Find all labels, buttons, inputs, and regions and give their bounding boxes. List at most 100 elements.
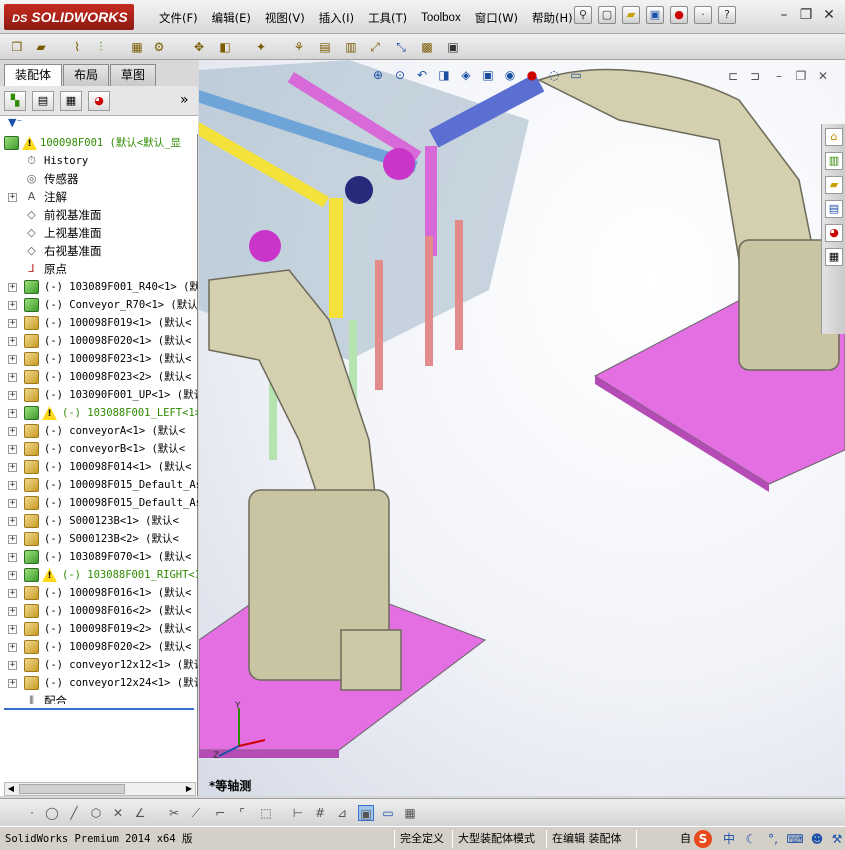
move-component-icon[interactable]: ✥: [190, 38, 208, 56]
expand-toggle-icon[interactable]: +: [8, 499, 17, 508]
tree-item[interactable]: + (-) 100098F015_Default_As: [0, 476, 198, 494]
shaded-view-icon[interactable]: ▣: [358, 805, 374, 821]
viewport-split-left-icon[interactable]: ⊏: [725, 68, 741, 84]
section-view-icon[interactable]: ◨: [435, 66, 453, 84]
tree-item[interactable]: + (-) 100098F020<2> (默认<: [0, 638, 198, 656]
zoom-to-fit-icon[interactable]: ⊕: [369, 66, 387, 84]
relation-icon[interactable]: ⊿: [334, 805, 350, 821]
tree-item[interactable]: + (-) S000123B<1> (默认<: [0, 512, 198, 530]
update-speedpak-icon[interactable]: ▩: [418, 38, 436, 56]
feature-manager-icon[interactable]: ▚: [4, 91, 26, 111]
smart-fasteners-icon[interactable]: ⚙: [150, 38, 168, 56]
mate-icon[interactable]: ⫶: [92, 38, 110, 56]
polygon-icon[interactable]: ⬡: [88, 805, 104, 821]
restore-icon[interactable]: ❐: [798, 8, 814, 24]
grid-icon[interactable]: #: [312, 805, 328, 821]
file-explorer-icon[interactable]: ▰: [825, 176, 843, 194]
tree-item[interactable]: + (-) conveyor12x12<1> (默认: [0, 656, 198, 674]
expand-toggle-icon[interactable]: +: [8, 553, 17, 562]
show-hidden-icon[interactable]: ◧: [216, 38, 234, 56]
expand-toggle-icon[interactable]: +: [8, 571, 17, 580]
tab-assembly[interactable]: 装配体: [4, 64, 63, 86]
expand-toggle-icon[interactable]: +: [8, 589, 17, 598]
tree-item[interactable]: + (-) conveyor12x24<1> (默认: [0, 674, 198, 692]
tree-item[interactable]: ◇ 右视基准面: [0, 242, 198, 260]
tree-item[interactable]: +! (-) 103088F001_RIGHT<1>: [0, 566, 198, 584]
tree-item[interactable]: + (-) 100098F023<2> (默认<: [0, 368, 198, 386]
tree-item[interactable]: ⅃ 原点: [0, 260, 198, 278]
expand-toggle-icon[interactable]: +: [8, 625, 17, 634]
tree-item[interactable]: + (-) Conveyor_R70<1> (默认: [0, 296, 198, 314]
options-icon[interactable]: ·: [694, 6, 712, 24]
cross-icon[interactable]: ✕: [110, 805, 126, 821]
extend-icon[interactable]: ⟋: [188, 805, 204, 821]
tree-item[interactable]: ◎ 传感器: [0, 170, 198, 188]
help-icon[interactable]: ?: [718, 6, 736, 24]
solidworks-logo[interactable]: DS SOLIDWORKS: [4, 4, 134, 30]
expand-toggle-icon[interactable]: +: [8, 445, 17, 454]
home-icon[interactable]: ⌂: [825, 128, 843, 146]
tree-item[interactable]: + (-) 100098F020<1> (默认<: [0, 332, 198, 350]
menu-edit[interactable]: 编辑(E): [205, 10, 258, 26]
property-manager-icon[interactable]: ▤: [32, 91, 54, 111]
tree-item[interactable]: + (-) 100098F019<2> (默认<: [0, 620, 198, 638]
tree-root[interactable]: ! 100098F001 (默认<默认_显: [0, 134, 198, 152]
expand-toggle-icon[interactable]: +: [8, 283, 17, 292]
menu-tools[interactable]: 工具(T): [361, 10, 414, 26]
rectangle-icon[interactable]: ⬚: [258, 805, 274, 821]
expand-toggle-icon[interactable]: +: [8, 643, 17, 652]
exploded-view-icon[interactable]: ⤢: [366, 38, 384, 56]
expand-toggle-icon[interactable]: +: [8, 193, 17, 202]
appearances-icon[interactable]: ◕: [825, 224, 843, 242]
angle-icon[interactable]: ∠: [132, 805, 148, 821]
component-pattern-icon[interactable]: ▦: [128, 38, 146, 56]
tree-item[interactable]: + (-) 100098F016<2> (默认<: [0, 602, 198, 620]
scroll-thumb[interactable]: [19, 784, 125, 794]
edit-appearance-icon[interactable]: ●: [523, 66, 541, 84]
tree-item[interactable]: + (-) 100098F015_Default_As: [0, 494, 198, 512]
snapshot-icon[interactable]: ▣: [444, 38, 462, 56]
expand-toggle-icon[interactable]: +: [8, 481, 17, 490]
new-document-icon[interactable]: ▢: [598, 6, 616, 24]
graphics-area[interactable]: ⊕ ⊙ ↶ ◨ ◈ ▣ ◉ ● ◌ ▭ ⊏ ⊐ – ❐ ✕ ⌂ ▥ ▰ ▤ ◕ …: [199, 60, 845, 796]
expand-toggle-icon[interactable]: +: [8, 373, 17, 382]
insert-component-icon[interactable]: ❒: [8, 38, 26, 56]
expand-toggle-icon[interactable]: +: [8, 535, 17, 544]
scroll-right-icon[interactable]: ▶: [183, 783, 195, 795]
open-folder-icon[interactable]: ▰: [622, 6, 640, 24]
apply-scene-icon[interactable]: ◌: [545, 66, 563, 84]
circle-icon[interactable]: ◯: [44, 805, 60, 821]
corner-icon[interactable]: ⌐: [212, 805, 228, 821]
point-icon[interactable]: ·: [24, 805, 40, 821]
dimension-icon[interactable]: ⊢: [290, 805, 306, 821]
line-icon[interactable]: ╱: [66, 805, 82, 821]
expand-toggle-icon[interactable]: +: [8, 301, 17, 310]
wireframe-view-icon[interactable]: ▭: [380, 805, 396, 821]
tools-icon[interactable]: ⚒: [828, 830, 845, 848]
bill-of-materials-icon[interactable]: ▥: [342, 38, 360, 56]
moon-icon[interactable]: ☾: [742, 830, 760, 848]
tree-item[interactable]: ⫴ 配合: [0, 692, 198, 704]
traffic-light-icon[interactable]: ●: [670, 6, 688, 24]
tree-item[interactable]: + (-) 100098F014<1> (默认<: [0, 458, 198, 476]
filter-icon[interactable]: ▼⁻: [8, 116, 22, 129]
zoom-to-area-icon[interactable]: ⊙: [391, 66, 409, 84]
instant3d-icon[interactable]: ⤡: [392, 38, 410, 56]
view-palette-icon[interactable]: ▤: [825, 200, 843, 218]
punctuation-icon[interactable]: °,: [764, 830, 782, 848]
tree-item[interactable]: ◇ 前视基准面: [0, 206, 198, 224]
expand-toggle-icon[interactable]: +: [8, 391, 17, 400]
assembly-features-icon[interactable]: ✦: [252, 38, 270, 56]
tree-item[interactable]: ◇ 上视基准面: [0, 224, 198, 242]
attach-icon[interactable]: ⌇: [68, 38, 86, 56]
keyboard-icon[interactable]: ⌨: [786, 830, 804, 848]
expand-toggle-icon[interactable]: +: [8, 337, 17, 346]
new-motion-study-icon[interactable]: ▤: [316, 38, 334, 56]
save-icon[interactable]: ▣: [646, 6, 664, 24]
reference-geometry-icon[interactable]: ⚘: [290, 38, 308, 56]
pin-icon[interactable]: ⚲: [574, 6, 592, 24]
tree-item[interactable]: + (-) 100098F019<1> (默认<: [0, 314, 198, 332]
tree-item[interactable]: + (-) 103089F070<1> (默认<: [0, 548, 198, 566]
viewport-restore-icon[interactable]: ❐: [793, 68, 809, 84]
expand-toggle-icon[interactable]: +: [8, 409, 17, 418]
